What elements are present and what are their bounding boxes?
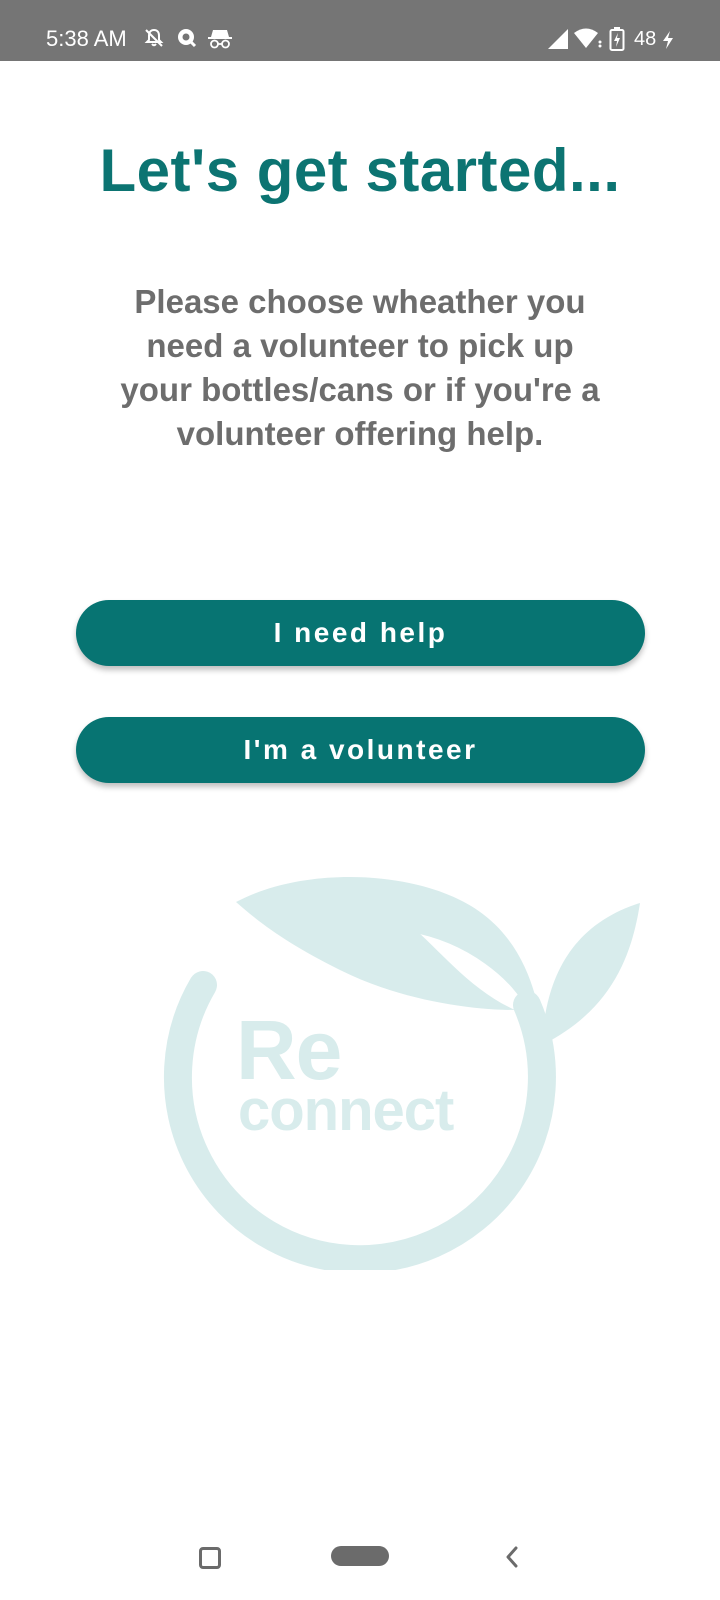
- battery-icon: [609, 27, 625, 51]
- status-time: 5:38 AM: [46, 26, 127, 51]
- need-help-button[interactable]: I need help: [76, 600, 645, 666]
- home-icon[interactable]: [331, 1546, 389, 1566]
- instruction-text: Please choose wheather you need a volunt…: [120, 283, 600, 452]
- battery-percentage: 48: [634, 28, 657, 50]
- incognito-icon: [208, 30, 232, 49]
- screen: 5:38 AM 48 Let's get started... Please c…: [0, 0, 720, 1600]
- wifi-icon: [574, 28, 602, 48]
- logo-text-connect: connect: [238, 1078, 454, 1143]
- status-bar: 5:38 AM 48: [0, 0, 720, 61]
- back-icon[interactable]: [502, 1544, 522, 1570]
- mute-notifications-icon: [144, 28, 164, 47]
- reconnect-logo: [163, 877, 640, 1270]
- recents-icon[interactable]: [199, 1547, 221, 1569]
- charging-bolt-icon: [663, 31, 673, 49]
- navigation-bar: [0, 1520, 720, 1600]
- q-app-icon: [178, 29, 197, 48]
- volunteer-button[interactable]: I'm a volunteer: [76, 717, 645, 783]
- signal-icon: [548, 29, 568, 49]
- page-title: Let's get started...: [99, 137, 621, 204]
